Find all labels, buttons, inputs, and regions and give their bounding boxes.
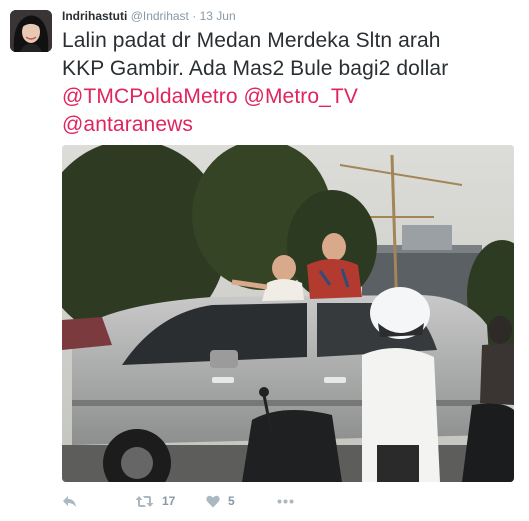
author-handle[interactable]: @Indrihast bbox=[131, 9, 189, 23]
retweet-button[interactable]: 17 bbox=[135, 491, 175, 511]
tweet-actions: 17 5 bbox=[62, 491, 362, 511]
tweet-photo[interactable] bbox=[62, 145, 514, 482]
mention-link-antaranews[interactable]: @antaranews bbox=[62, 113, 193, 136]
separator-dot: · bbox=[192, 9, 197, 23]
tweet-header: Indrihastuti @Indrihast · 13 Jun bbox=[62, 9, 236, 23]
retweet-icon bbox=[135, 495, 154, 507]
tweet-text: Lalin padat dr Medan Merdeka Sltn arah K… bbox=[62, 27, 522, 139]
tweet-text-line-1: Lalin padat dr Medan Merdeka Sltn arah bbox=[62, 29, 441, 52]
mention-link-metro-tv[interactable]: @Metro_TV bbox=[244, 85, 358, 108]
tweet-text-line-2: KKP Gambir. Ada Mas2 Bule bagi2 dollar bbox=[62, 57, 449, 80]
reply-icon bbox=[63, 495, 76, 507]
avatar-image bbox=[10, 10, 52, 52]
reply-button[interactable] bbox=[62, 491, 77, 511]
more-icon bbox=[277, 499, 294, 503]
tweet-timestamp[interactable]: 13 Jun bbox=[200, 9, 236, 23]
like-count: 5 bbox=[228, 494, 235, 508]
retweet-count: 17 bbox=[162, 494, 176, 508]
like-button[interactable]: 5 bbox=[206, 491, 235, 511]
author-name[interactable]: Indrihastuti bbox=[62, 9, 127, 23]
avatar[interactable] bbox=[10, 10, 52, 52]
mention-link-tmcpoldametro[interactable]: @TMCPoldaMetro bbox=[62, 85, 238, 108]
heart-icon bbox=[206, 495, 220, 507]
more-button[interactable] bbox=[277, 491, 294, 511]
street-scene-photo bbox=[62, 145, 514, 482]
tweet-card[interactable]: Indrihastuti @Indrihast · 13 Jun Lalin p… bbox=[0, 0, 529, 521]
